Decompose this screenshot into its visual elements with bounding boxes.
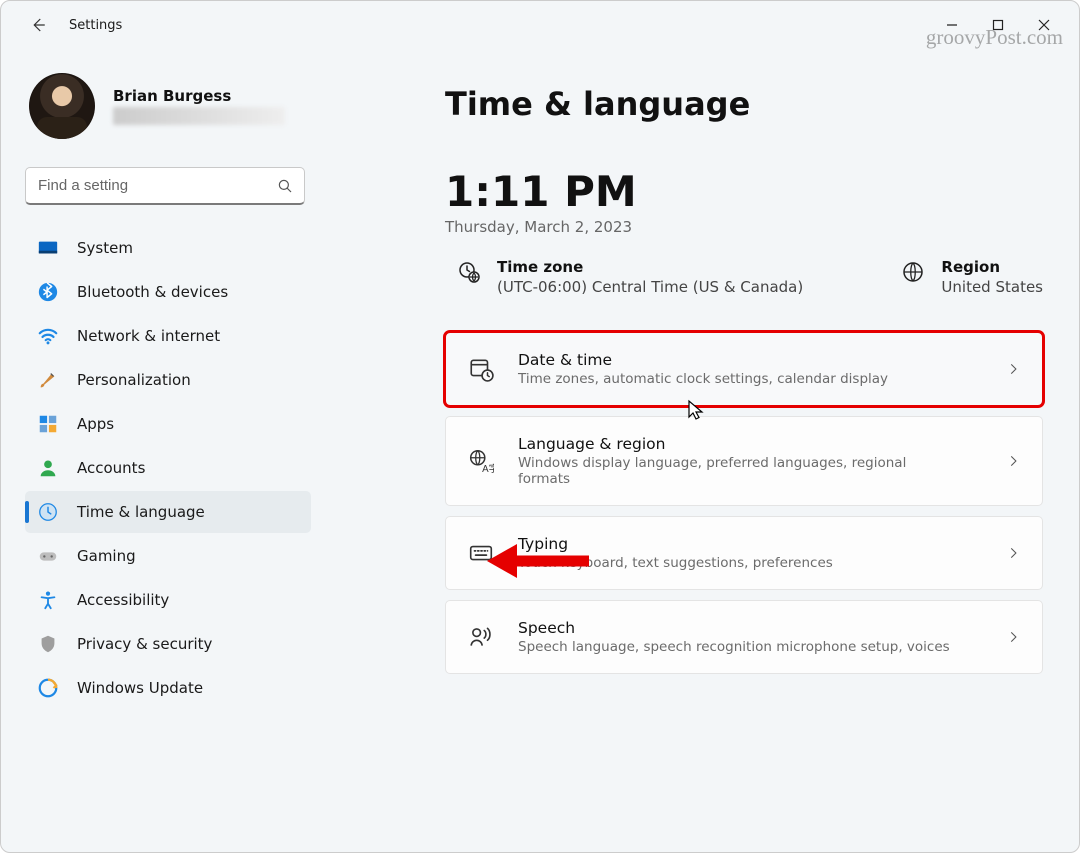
sidebar-item-label: Personalization: [77, 371, 191, 389]
timezone-label: Time zone: [497, 258, 803, 276]
profile-block[interactable]: Brian Burgess: [25, 73, 311, 139]
sidebar-item-system[interactable]: System: [25, 227, 311, 269]
current-date: Thursday, March 2, 2023: [445, 218, 1043, 236]
sidebar-item-label: Apps: [77, 415, 114, 433]
sidebar-item-label: Gaming: [77, 547, 136, 565]
sidebar-item-bluetooth[interactable]: Bluetooth & devices: [25, 271, 311, 313]
card-language-region[interactable]: A字 Language & region Windows display lan…: [445, 416, 1043, 506]
sidebar-item-label: Time & language: [77, 503, 205, 521]
card-title: Language & region: [518, 435, 958, 453]
card-subtitle: Windows display language, preferred lang…: [518, 455, 958, 487]
person-icon: [37, 457, 59, 479]
titlebar-left: Settings: [29, 16, 122, 34]
search-icon: [276, 177, 294, 195]
settings-cards: Date & time Time zones, automatic clock …: [445, 332, 1043, 674]
close-icon: [1038, 19, 1050, 31]
sidebar-item-label: Windows Update: [77, 679, 203, 697]
settings-window: Settings groovyPost.com Brian Burgess: [0, 0, 1080, 853]
card-typing[interactable]: Typing Touch keyboard, text suggestions,…: [445, 516, 1043, 590]
maximize-icon: [992, 19, 1004, 31]
main-content: Time & language 1:11 PM Thursday, March …: [321, 49, 1079, 852]
search-box[interactable]: [25, 167, 305, 205]
profile-text: Brian Burgess: [113, 87, 285, 125]
info-row: Time zone (UTC-06:00) Central Time (US &…: [457, 258, 1043, 296]
minimize-icon: [946, 19, 958, 31]
card-speech[interactable]: Speech Speech language, speech recogniti…: [445, 600, 1043, 674]
system-icon: [37, 237, 59, 259]
region-block[interactable]: Region United States: [901, 258, 1043, 296]
titlebar: Settings: [1, 1, 1079, 49]
sidebar-item-windows-update[interactable]: Windows Update: [25, 667, 311, 709]
update-icon: [37, 677, 59, 699]
avatar: [29, 73, 95, 139]
sidebar: Brian Burgess System: [1, 49, 321, 852]
timezone-value: (UTC-06:00) Central Time (US & Canada): [497, 278, 803, 296]
chevron-right-icon: [1006, 454, 1020, 468]
calendar-clock-icon: [468, 356, 494, 382]
profile-email-redacted: [113, 107, 285, 125]
keyboard-icon: [468, 540, 494, 566]
nav-list: System Bluetooth & devices Network & int…: [25, 227, 311, 709]
sidebar-item-gaming[interactable]: Gaming: [25, 535, 311, 577]
back-arrow-icon: [29, 16, 47, 34]
sidebar-item-label: Accessibility: [77, 591, 169, 609]
clock-globe-icon: [37, 501, 59, 523]
sidebar-item-network[interactable]: Network & internet: [25, 315, 311, 357]
sidebar-item-accessibility[interactable]: Accessibility: [25, 579, 311, 621]
profile-name: Brian Burgess: [113, 87, 285, 105]
back-button[interactable]: [29, 16, 47, 34]
gamepad-icon: [37, 545, 59, 567]
paintbrush-icon: [37, 369, 59, 391]
card-title: Typing: [518, 535, 833, 553]
timezone-icon: [457, 260, 481, 284]
maximize-button[interactable]: [975, 9, 1021, 41]
shield-icon: [37, 633, 59, 655]
sidebar-item-label: Bluetooth & devices: [77, 283, 228, 301]
page-title: Time & language: [445, 85, 1043, 123]
close-button[interactable]: [1021, 9, 1067, 41]
sidebar-item-label: System: [77, 239, 133, 257]
apps-icon: [37, 413, 59, 435]
chevron-right-icon: [1006, 630, 1020, 644]
card-subtitle: Touch keyboard, text suggestions, prefer…: [518, 555, 833, 571]
sidebar-item-time-language[interactable]: Time & language: [25, 491, 311, 533]
wifi-icon: [37, 325, 59, 347]
accessibility-icon: [37, 589, 59, 611]
sidebar-item-label: Privacy & security: [77, 635, 212, 653]
current-time: 1:11 PM: [445, 167, 1043, 216]
region-label: Region: [941, 258, 1043, 276]
svg-text:A字: A字: [482, 462, 494, 474]
language-icon: A字: [468, 448, 494, 474]
card-subtitle: Time zones, automatic clock settings, ca…: [518, 371, 888, 387]
globe-icon: [901, 260, 925, 284]
chevron-right-icon: [1006, 362, 1020, 376]
card-date-time[interactable]: Date & time Time zones, automatic clock …: [445, 332, 1043, 406]
sidebar-item-label: Accounts: [77, 459, 145, 477]
region-value: United States: [941, 278, 1043, 296]
sidebar-item-apps[interactable]: Apps: [25, 403, 311, 445]
sidebar-item-personalization[interactable]: Personalization: [25, 359, 311, 401]
search-input[interactable]: [38, 177, 276, 194]
speech-icon: [468, 624, 494, 650]
minimize-button[interactable]: [929, 9, 975, 41]
card-title: Speech: [518, 619, 950, 637]
sidebar-item-label: Network & internet: [77, 327, 220, 345]
sidebar-item-accounts[interactable]: Accounts: [25, 447, 311, 489]
timezone-block[interactable]: Time zone (UTC-06:00) Central Time (US &…: [457, 258, 803, 296]
window-controls: [929, 9, 1067, 41]
chevron-right-icon: [1006, 546, 1020, 560]
card-subtitle: Speech language, speech recognition micr…: [518, 639, 950, 655]
app-title: Settings: [69, 18, 122, 33]
bluetooth-icon: [37, 281, 59, 303]
sidebar-item-privacy[interactable]: Privacy & security: [25, 623, 311, 665]
card-title: Date & time: [518, 351, 888, 369]
